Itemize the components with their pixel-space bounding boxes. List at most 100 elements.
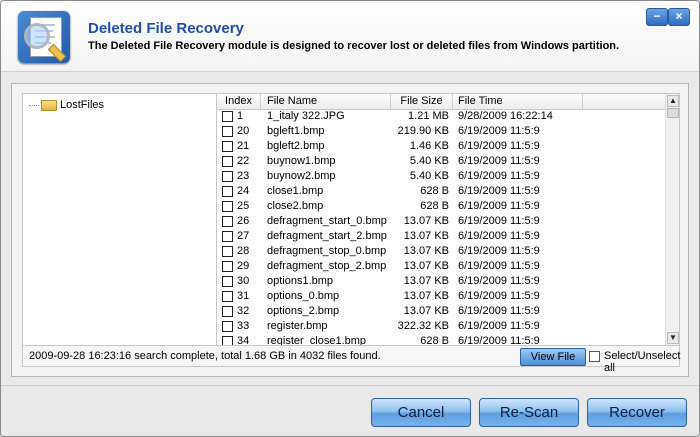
- magnifier-icon: [24, 23, 50, 49]
- row-checkbox[interactable]: [222, 261, 233, 272]
- row-file-name: options_0.bmp: [267, 290, 340, 302]
- table-row[interactable]: 25 close2.bmp 628 B 6/19/2009 11:5:9: [217, 199, 665, 214]
- row-file-size: 1.46 KB: [409, 140, 449, 152]
- page-subtitle: The Deleted File Recovery module is desi…: [88, 40, 620, 52]
- page-title: Deleted File Recovery: [88, 20, 244, 37]
- row-checkbox[interactable]: [222, 216, 233, 227]
- tree-item-label: LostFiles: [60, 99, 105, 111]
- row-index: 31: [237, 290, 250, 302]
- row-index: 26: [237, 215, 250, 227]
- row-file-size: 13.07 KB: [403, 275, 449, 287]
- row-file-size: 13.07 KB: [403, 305, 449, 317]
- recover-button[interactable]: Recover: [587, 398, 687, 427]
- cancel-button[interactable]: Cancel: [371, 398, 471, 427]
- file-list: Index File Name File Size File Time 1 1_i…: [216, 93, 680, 347]
- table-row[interactable]: 30 options1.bmp 13.07 KB 6/19/2009 11:5:9: [217, 274, 665, 289]
- row-file-name: options_2.bmp: [267, 305, 340, 317]
- table-row[interactable]: 1 1_italy 322.JPG 1.21 MB 9/28/2009 16:22:1…: [217, 109, 665, 124]
- file-recovery-logo-icon: [18, 11, 70, 63]
- row-file-time: 6/19/2009 11:5:9: [458, 275, 540, 287]
- row-index: 27: [237, 230, 250, 242]
- column-file-time[interactable]: File Time: [453, 94, 583, 109]
- row-checkbox[interactable]: [222, 171, 233, 182]
- row-index: 23: [237, 170, 250, 182]
- divider: [1, 385, 699, 386]
- row-checkbox[interactable]: [222, 291, 233, 302]
- row-checkbox[interactable]: [222, 246, 233, 257]
- rescan-button[interactable]: Re-Scan: [479, 398, 579, 427]
- tree-item-lostfiles[interactable]: LostFiles: [29, 98, 104, 112]
- row-index: 30: [237, 275, 250, 287]
- row-index: 33: [237, 320, 250, 332]
- status-bar: 2009-09-28 16:23:16 search complete, tot…: [22, 345, 680, 374]
- row-file-size: 13.07 KB: [403, 260, 449, 272]
- row-file-time: 9/28/2009 16:22:14: [458, 110, 553, 122]
- row-file-time: 6/19/2009 11:5:9: [458, 140, 540, 152]
- row-checkbox[interactable]: [222, 186, 233, 197]
- row-file-name: bgleft1.bmp: [267, 125, 325, 137]
- table-row[interactable]: 29 defragment_stop_2.bmp 13.07 KB 6/19/2009…: [217, 259, 665, 274]
- column-file-name[interactable]: File Name: [261, 94, 391, 109]
- row-file-name: bgleft2.bmp: [267, 140, 325, 152]
- row-file-size: 219.90 KB: [397, 125, 449, 137]
- row-file-time: 6/19/2009 11:5:9: [458, 215, 540, 227]
- scroll-thumb[interactable]: [667, 108, 679, 118]
- row-file-size: 13.07 KB: [403, 230, 449, 242]
- row-file-size: 5.40 KB: [409, 155, 449, 167]
- table-row[interactable]: 24 close1.bmp 628 B 6/19/2009 11:5:9: [217, 184, 665, 199]
- row-checkbox[interactable]: [222, 276, 233, 287]
- table-row[interactable]: 22 buynow1.bmp 5.40 KB 6/19/2009 11:5:9: [217, 154, 665, 169]
- folder-tree[interactable]: LostFiles: [22, 93, 217, 347]
- view-file-button[interactable]: View File: [520, 348, 586, 366]
- row-file-name: defragment_stop_2.bmp: [267, 260, 387, 272]
- row-file-size: 322.32 KB: [397, 320, 449, 332]
- row-checkbox[interactable]: [222, 306, 233, 317]
- vertical-scrollbar[interactable]: ▲ ▼: [665, 94, 679, 346]
- table-row[interactable]: 26 defragment_start_0.bmp 13.07 KB 6/19/200…: [217, 214, 665, 229]
- row-file-name: defragment_stop_0.bmp: [267, 245, 387, 257]
- minimize-button[interactable]: −: [646, 8, 668, 26]
- table-row[interactable]: 20 bgleft1.bmp 219.90 KB 6/19/2009 11:5:9: [217, 124, 665, 139]
- recovery-window: Deleted File Recovery The Deleted File R…: [0, 0, 700, 437]
- select-all-label[interactable]: Select/Unselect all: [604, 350, 680, 374]
- table-row[interactable]: 31 options_0.bmp 13.07 KB 6/19/2009 11:5:9: [217, 289, 665, 304]
- row-file-name: defragment_start_0.bmp: [267, 215, 387, 227]
- row-file-name: buynow1.bmp: [267, 155, 336, 167]
- table-row[interactable]: 23 buynow2.bmp 5.40 KB 6/19/2009 11:5:9: [217, 169, 665, 184]
- table-row[interactable]: 33 register.bmp 322.32 KB 6/19/2009 11:5:9: [217, 319, 665, 334]
- row-file-size: 628 B: [420, 200, 449, 212]
- row-index: 25: [237, 200, 250, 212]
- row-index: 32: [237, 305, 250, 317]
- table-row[interactable]: 21 bgleft2.bmp 1.46 KB 6/19/2009 11:5:9: [217, 139, 665, 154]
- table-row[interactable]: 32 options_2.bmp 13.07 KB 6/19/2009 11:5:9: [217, 304, 665, 319]
- row-file-size: 5.40 KB: [409, 170, 449, 182]
- row-index: 24: [237, 185, 250, 197]
- column-index[interactable]: Index: [217, 94, 261, 109]
- row-checkbox[interactable]: [222, 141, 233, 152]
- status-text: 2009-09-28 16:23:16 search complete, tot…: [29, 350, 381, 362]
- row-checkbox[interactable]: [222, 201, 233, 212]
- column-headers: Index File Name File Size File Time: [217, 94, 665, 110]
- close-button[interactable]: ×: [668, 8, 690, 26]
- scroll-up-icon[interactable]: ▲: [667, 95, 679, 107]
- row-file-time: 6/19/2009 11:5:9: [458, 245, 540, 257]
- row-file-time: 6/19/2009 11:5:9: [458, 125, 540, 137]
- table-row[interactable]: 27 defragment_start_2.bmp 13.07 KB 6/19/200…: [217, 229, 665, 244]
- row-index: 20: [237, 125, 250, 137]
- row-file-time: 6/19/2009 11:5:9: [458, 155, 540, 167]
- row-checkbox[interactable]: [222, 126, 233, 137]
- row-index: 28: [237, 245, 250, 257]
- row-checkbox[interactable]: [222, 231, 233, 242]
- scroll-down-icon[interactable]: ▼: [667, 332, 679, 344]
- table-row[interactable]: 28 defragment_stop_0.bmp 13.07 KB 6/19/2009…: [217, 244, 665, 259]
- row-checkbox[interactable]: [222, 321, 233, 332]
- row-checkbox[interactable]: [222, 156, 233, 167]
- row-checkbox[interactable]: [222, 111, 233, 122]
- folder-icon: [41, 99, 57, 111]
- row-file-name: close2.bmp: [267, 200, 324, 212]
- row-index: 21: [237, 140, 250, 152]
- select-all-checkbox[interactable]: [589, 351, 600, 362]
- row-index: 22: [237, 155, 250, 167]
- column-file-size[interactable]: File Size: [391, 94, 453, 109]
- row-file-size: 13.07 KB: [403, 215, 449, 227]
